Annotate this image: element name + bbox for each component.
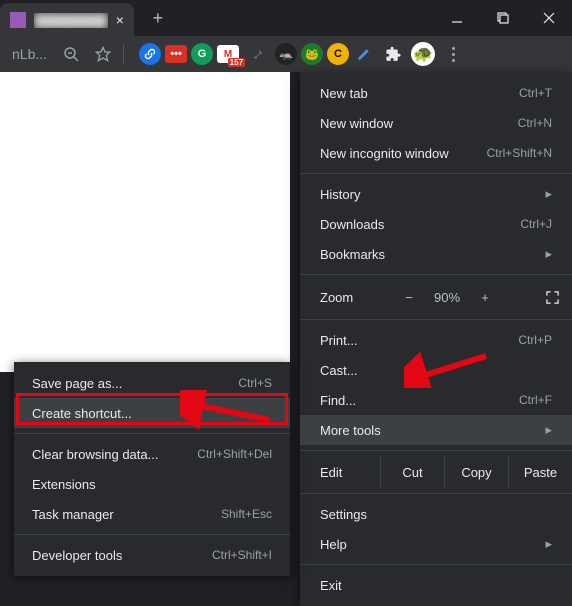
new-tab-button[interactable]: + xyxy=(144,4,172,32)
maximize-icon[interactable] xyxy=(480,2,526,34)
extension-link-icon[interactable] xyxy=(139,43,161,65)
address-fragment: nLb... xyxy=(6,46,53,62)
zoom-decrease-button[interactable]: − xyxy=(390,290,428,305)
gmail-badge: 157 xyxy=(228,58,245,67)
menu-edit-row: Edit Cut Copy Paste xyxy=(300,456,572,488)
chevron-right-icon xyxy=(545,186,552,202)
menu-help[interactable]: Help xyxy=(300,529,572,559)
more-tools-submenu: Save page as...Ctrl+S Create shortcut...… xyxy=(14,362,290,576)
extension-g-icon[interactable]: G xyxy=(191,43,213,65)
menu-new-window[interactable]: New windowCtrl+N xyxy=(300,108,572,138)
submenu-extensions[interactable]: Extensions xyxy=(14,469,290,499)
separator xyxy=(300,493,572,494)
menu-button-icon[interactable] xyxy=(439,40,467,68)
close-icon[interactable] xyxy=(526,2,572,34)
extensions-puzzle-icon[interactable] xyxy=(379,40,407,68)
menu-new-incognito[interactable]: New incognito windowCtrl+Shift+N xyxy=(300,138,572,168)
close-tab-icon[interactable]: × xyxy=(116,12,124,28)
separator xyxy=(300,319,572,320)
cut-button[interactable]: Cut xyxy=(380,456,444,488)
menu-print[interactable]: Print...Ctrl+P xyxy=(300,325,572,355)
chevron-right-icon xyxy=(545,536,552,552)
submenu-create-shortcut[interactable]: Create shortcut... xyxy=(14,398,290,428)
extension-badger-icon[interactable]: 🦡 xyxy=(275,43,297,65)
menu-exit[interactable]: Exit xyxy=(300,570,572,600)
menu-cast[interactable]: Cast... xyxy=(300,355,572,385)
copy-button[interactable]: Copy xyxy=(444,456,508,488)
menu-zoom-row: Zoom − 90% + xyxy=(300,280,572,314)
window-controls xyxy=(434,2,572,34)
tab-favicon-icon xyxy=(10,12,26,28)
zoom-value: 90% xyxy=(428,290,466,305)
extension-gmail-icon[interactable]: M157 xyxy=(217,45,239,63)
toolbar: nLb... ••• G M157 🦡 🐸 C 🐢 xyxy=(0,36,572,72)
submenu-task-manager[interactable]: Task managerShift+Esc xyxy=(14,499,290,529)
separator xyxy=(14,534,290,535)
edit-label: Edit xyxy=(300,465,380,480)
submenu-clear-data[interactable]: Clear browsing data...Ctrl+Shift+Del xyxy=(14,439,290,469)
separator xyxy=(300,564,572,565)
main-menu: New tabCtrl+T New windowCtrl+N New incog… xyxy=(300,72,572,606)
menu-downloads[interactable]: DownloadsCtrl+J xyxy=(300,209,572,239)
chevron-right-icon xyxy=(545,422,552,438)
minimize-icon[interactable] xyxy=(434,2,480,34)
titlebar: ████████ × + xyxy=(0,0,572,36)
menu-more-tools[interactable]: More tools xyxy=(300,415,572,445)
menu-history[interactable]: History xyxy=(300,179,572,209)
extension-w-icon[interactable]: 🐸 xyxy=(301,43,323,65)
menu-new-tab[interactable]: New tabCtrl+T xyxy=(300,78,572,108)
pin-icon[interactable] xyxy=(243,40,271,68)
tab-title: ████████ xyxy=(34,13,108,28)
separator xyxy=(300,274,572,275)
extension-pen-icon[interactable] xyxy=(353,43,375,65)
profile-avatar[interactable]: 🐢 xyxy=(411,42,435,66)
chevron-right-icon xyxy=(545,246,552,262)
separator xyxy=(300,450,572,451)
separator xyxy=(123,44,133,64)
zoom-icon[interactable] xyxy=(57,40,85,68)
fullscreen-icon[interactable] xyxy=(532,290,572,305)
submenu-save-page[interactable]: Save page as...Ctrl+S xyxy=(14,368,290,398)
menu-bookmarks[interactable]: Bookmarks xyxy=(300,239,572,269)
separator xyxy=(14,433,290,434)
browser-tab[interactable]: ████████ × xyxy=(0,3,134,37)
zoom-label: Zoom xyxy=(320,290,390,305)
separator xyxy=(300,173,572,174)
extension-c-icon[interactable]: C xyxy=(327,43,349,65)
extension-red-icon[interactable]: ••• xyxy=(165,45,187,63)
menu-find[interactable]: Find...Ctrl+F xyxy=(300,385,572,415)
zoom-increase-button[interactable]: + xyxy=(466,290,504,305)
menu-settings[interactable]: Settings xyxy=(300,499,572,529)
bookmark-star-icon[interactable] xyxy=(89,40,117,68)
submenu-dev-tools[interactable]: Developer toolsCtrl+Shift+I xyxy=(14,540,290,570)
paste-button[interactable]: Paste xyxy=(508,456,572,488)
page-content xyxy=(0,72,290,372)
